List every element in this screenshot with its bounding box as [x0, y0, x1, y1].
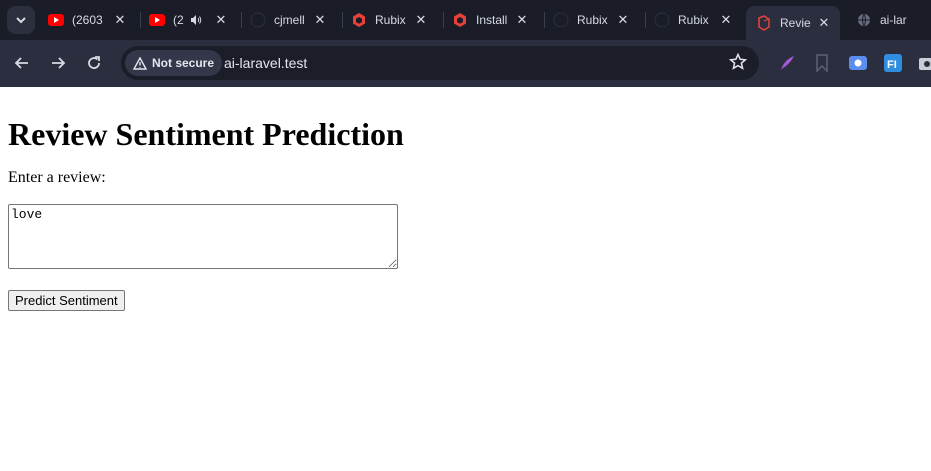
- chevron-down-icon: [16, 17, 26, 24]
- tab-separator: [241, 12, 242, 28]
- youtube-icon: [48, 12, 64, 28]
- tab-rubix-2[interactable]: Rubix ✕: [544, 6, 631, 34]
- review-textarea[interactable]: love: [8, 204, 398, 269]
- tab-review-active[interactable]: Revie ✕: [746, 6, 840, 40]
- screen-capture-extension-icon[interactable]: [847, 52, 869, 74]
- youtube-icon: [149, 12, 165, 28]
- site-info-chip[interactable]: Not secure: [125, 50, 223, 76]
- audio-playing-icon[interactable]: [190, 14, 202, 26]
- close-tab-icon[interactable]: ✕: [718, 12, 734, 28]
- page-title: Review Sentiment Prediction: [8, 116, 404, 152]
- close-tab-icon[interactable]: ✕: [816, 15, 832, 31]
- security-label: Not secure: [152, 56, 215, 70]
- browser-chrome: (2603 ✕ (2 ✕ cjmell ✕ Rubix ✕ Install ✕: [0, 0, 931, 87]
- close-tab-icon[interactable]: ✕: [312, 12, 328, 28]
- tab-rubix-1[interactable]: Rubix ✕: [342, 6, 429, 34]
- feather-extension-icon[interactable]: [776, 52, 798, 74]
- predict-sentiment-button[interactable]: Predict Sentiment: [8, 290, 125, 311]
- url-text[interactable]: ai-laravel.test: [224, 55, 307, 71]
- review-prompt-label: Enter a review:: [8, 169, 106, 186]
- arrow-right-icon: [52, 57, 66, 69]
- globe-icon: [856, 12, 872, 28]
- address-bar[interactable]: Not secure ai-laravel.test: [121, 46, 759, 80]
- tab-strip: (2603 ✕ (2 ✕ cjmell ✕ Rubix ✕ Install ✕: [0, 0, 931, 40]
- camera-extension-icon[interactable]: [916, 52, 931, 74]
- tab-separator: [140, 12, 141, 28]
- tab-rubix-3[interactable]: Rubix ✕: [645, 6, 740, 34]
- close-tab-icon[interactable]: ✕: [112, 12, 128, 28]
- tab-separator: [645, 12, 646, 28]
- close-tab-icon[interactable]: ✕: [514, 12, 530, 28]
- github-icon: [553, 12, 569, 28]
- tab-youtube-2[interactable]: (2 ✕: [140, 6, 241, 34]
- svg-text:FI: FI: [887, 59, 897, 71]
- github-icon: [250, 12, 266, 28]
- tab-install[interactable]: Install ✕: [443, 6, 530, 34]
- fi-extension-icon[interactable]: FI: [882, 52, 904, 74]
- arrow-left-icon: [14, 57, 28, 69]
- page-content: Review Sentiment Prediction Enter a revi…: [0, 87, 931, 319]
- laravel-icon: [756, 15, 772, 31]
- tab-separator: [443, 12, 444, 28]
- tab-search-button[interactable]: [7, 6, 35, 34]
- close-tab-icon[interactable]: ✕: [413, 12, 429, 28]
- tab-youtube-1[interactable]: (2603 ✕: [48, 6, 128, 34]
- forward-button[interactable]: [44, 49, 72, 77]
- laravel-icon: [351, 12, 367, 28]
- tab-separator: [342, 12, 343, 28]
- tab-github-1[interactable]: cjmell ✕: [241, 6, 340, 34]
- reload-button[interactable]: [80, 49, 108, 77]
- reload-icon: [88, 56, 100, 69]
- warning-icon: [133, 56, 147, 70]
- github-icon: [654, 12, 670, 28]
- tab-ai-laravel[interactable]: ai-lar: [856, 6, 931, 34]
- tab-separator: [544, 12, 545, 28]
- close-tab-icon[interactable]: ✕: [213, 12, 229, 28]
- bookmark-extension-icon[interactable]: [811, 52, 833, 74]
- bookmark-star-icon[interactable]: [728, 52, 748, 76]
- back-button[interactable]: [8, 49, 36, 77]
- browser-toolbar: Not secure ai-laravel.test FI: [0, 40, 931, 87]
- close-tab-icon[interactable]: ✕: [615, 12, 631, 28]
- laravel-icon: [452, 12, 468, 28]
